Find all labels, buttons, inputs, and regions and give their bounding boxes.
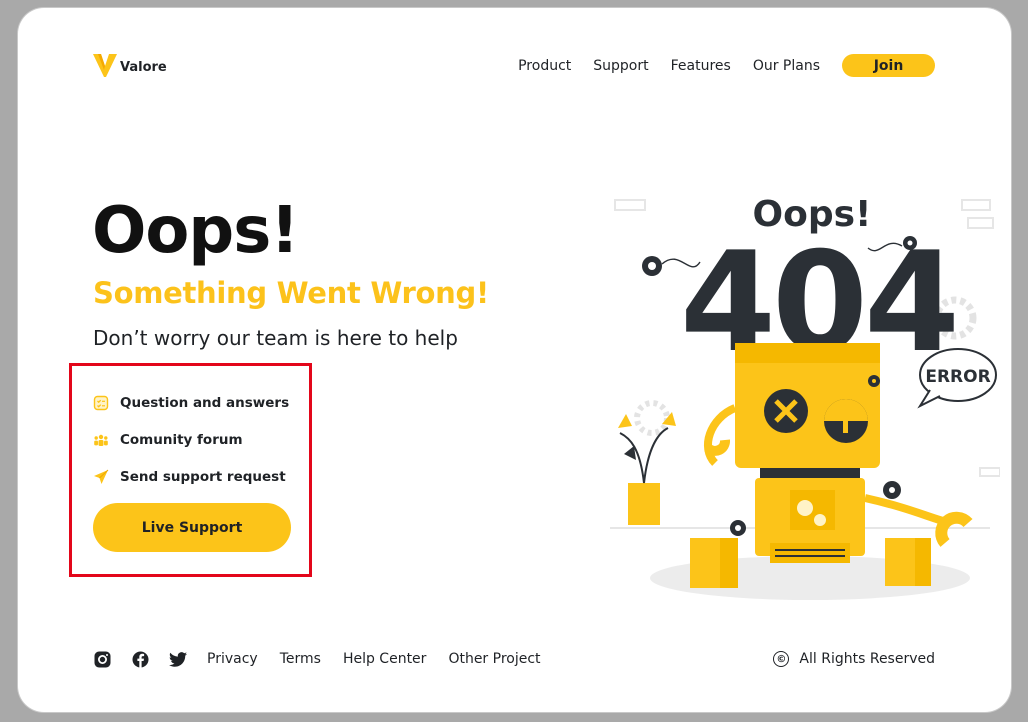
plant-pot: [628, 483, 660, 525]
help-description: Don’t worry our team is here to help: [93, 326, 458, 350]
twitter-icon[interactable]: [169, 650, 187, 668]
error-subtitle: Something Went Wrong!: [93, 276, 489, 310]
nav-support[interactable]: Support: [593, 58, 648, 74]
svg-text:ERROR: ERROR: [925, 367, 990, 387]
footer-privacy-link[interactable]: Privacy: [207, 651, 258, 667]
help-option-label: Question and answers: [120, 394, 290, 411]
help-option-qa[interactable]: Question and answers: [93, 384, 289, 421]
help-option-label: Send support request: [120, 468, 286, 485]
footer-help-center-link[interactable]: Help Center: [343, 651, 427, 667]
join-button[interactable]: Join: [842, 54, 935, 77]
footer-other-project-link[interactable]: Other Project: [448, 651, 540, 667]
help-option-label: Comunity forum: [120, 431, 243, 448]
page-frame: Valore Product Support Features Our Plan…: [18, 8, 1011, 712]
error-404-illustration: Oops! 404 ERROR: [610, 194, 1000, 600]
footer-links: Privacy Terms Help Center Other Project: [93, 650, 563, 668]
facebook-icon[interactable]: [131, 650, 149, 668]
brand-name: Valore: [120, 59, 167, 75]
valore-logo-icon: [93, 54, 117, 77]
copyright-text: All Rights Reserved: [799, 651, 935, 667]
help-option-forum[interactable]: Comunity forum: [93, 421, 289, 458]
brand-logo[interactable]: Valore: [93, 52, 167, 78]
footer-copyright: © All Rights Reserved: [773, 651, 935, 667]
qa-icon: [93, 395, 109, 411]
live-support-button[interactable]: Live Support: [93, 503, 291, 552]
send-icon: [93, 469, 109, 485]
nav-our-plans[interactable]: Our Plans: [753, 58, 820, 74]
community-icon: [93, 432, 109, 448]
top-nav: Product Support Features Our Plans Join: [496, 54, 935, 77]
help-options-list: Question and answers Comunity forum Send…: [93, 384, 289, 495]
footer-terms-link[interactable]: Terms: [280, 651, 321, 667]
nav-product[interactable]: Product: [518, 58, 571, 74]
page-title: Oops!: [92, 194, 299, 268]
nav-features[interactable]: Features: [671, 58, 731, 74]
copyright-icon: ©: [773, 651, 790, 667]
instagram-icon[interactable]: [93, 650, 111, 668]
help-option-send-request[interactable]: Send support request: [93, 458, 289, 495]
